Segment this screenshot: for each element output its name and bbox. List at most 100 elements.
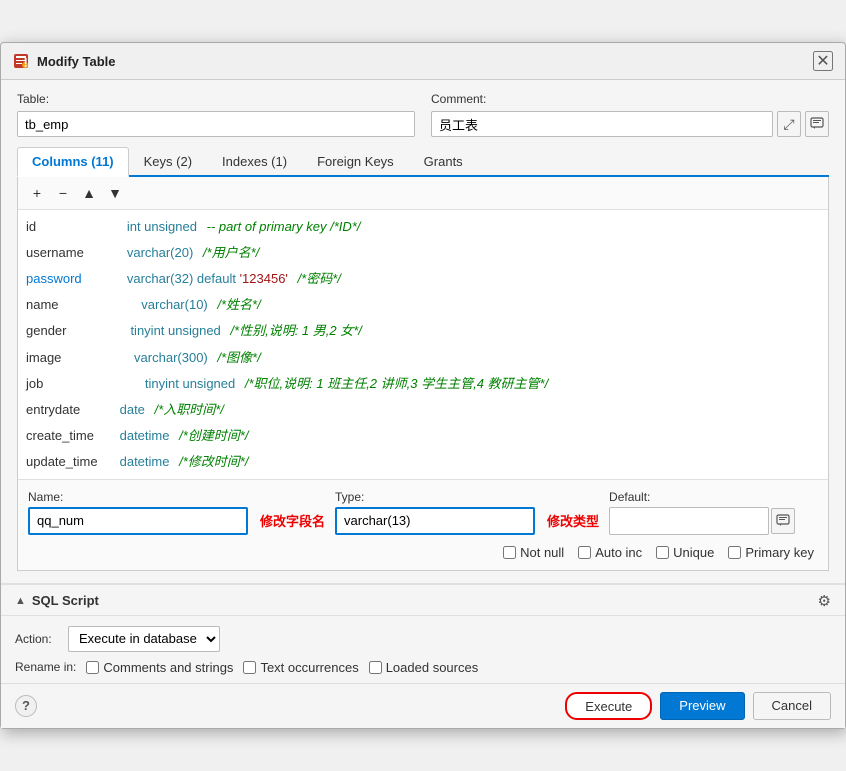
app-icon: ! [13, 53, 29, 69]
col-type: varchar(32) default '123456' [116, 268, 288, 290]
sql-settings-icon[interactable]: ⚙ [818, 592, 831, 610]
table-comment-row: Table: Comment: ⤢ [17, 92, 829, 137]
move-up-button[interactable]: ▲ [78, 182, 100, 204]
title-bar-left: ! Modify Table [13, 53, 115, 69]
table-label: Table: [17, 92, 415, 106]
unique-label: Unique [673, 545, 714, 560]
col-name: name [26, 294, 116, 316]
table-row[interactable]: job tinyint unsigned /*职位,说明: 1 班主任,2 讲师… [26, 371, 820, 397]
type-edit-label: Type: [335, 490, 599, 504]
col-name: username [26, 242, 116, 264]
table-row[interactable]: entrydate date /*入职时间*/ [26, 397, 820, 423]
col-name: job [26, 373, 116, 395]
table-row[interactable]: username varchar(20) /*用户名*/ [26, 240, 820, 266]
text-occurrences-checkbox[interactable] [243, 661, 256, 674]
sql-body: Action: Execute in database Show script … [1, 616, 845, 683]
default-edit-label: Default: [609, 490, 795, 504]
col-type: tinyint unsigned [116, 320, 221, 342]
col-type: int unsigned [116, 216, 197, 238]
text-occurrences-item: Text occurrences [243, 660, 358, 675]
comment-icon-button[interactable] [805, 111, 829, 137]
comment-label: Comment: [431, 92, 829, 106]
footer-left: ? [15, 695, 37, 717]
loaded-sources-checkbox[interactable] [369, 661, 382, 674]
col-name: entrydate [26, 399, 116, 421]
action-select[interactable]: Execute in database Show script Copy to … [68, 626, 220, 652]
col-name: create_time [26, 425, 116, 447]
add-column-button[interactable]: + [26, 182, 48, 204]
title-bar: ! Modify Table ✕ [1, 43, 845, 80]
action-row: Action: Execute in database Show script … [15, 626, 831, 652]
name-edit-input[interactable] [28, 507, 248, 535]
tab-grants[interactable]: Grants [409, 147, 478, 175]
col-comment: /*入职时间*/ [151, 399, 224, 421]
col-type: tinyint unsigned [116, 373, 235, 395]
col-comment: -- part of primary key /*ID*/ [203, 216, 360, 238]
col-comment: /*修改时间*/ [175, 451, 248, 473]
columns-toolbar: + − ▲ ▼ [18, 177, 828, 210]
table-row[interactable]: gender tinyint unsigned /*性别,说明: 1 男,2 女… [26, 318, 820, 344]
col-name: gender [26, 320, 116, 342]
default-comment-button[interactable] [771, 508, 795, 534]
expand-comment-button[interactable]: ⤢ [777, 111, 801, 137]
comments-strings-item: Comments and strings [86, 660, 233, 675]
preview-button[interactable]: Preview [660, 692, 744, 720]
column-edit-section: Name: 修改字段名 Type: 修改类型 [18, 479, 828, 570]
tab-indexes[interactable]: Indexes (1) [207, 147, 302, 175]
col-name: password [26, 268, 116, 290]
columns-list: id int unsigned -- part of primary key /… [18, 210, 828, 479]
col-comment: /*用户名*/ [199, 242, 259, 264]
loaded-sources-label: Loaded sources [386, 660, 479, 675]
default-edit-input[interactable] [609, 507, 769, 535]
rename-label: Rename in: [15, 660, 76, 674]
col-name: update_time [26, 451, 116, 473]
move-down-button[interactable]: ▼ [104, 182, 126, 204]
close-button[interactable]: ✕ [813, 51, 833, 71]
type-annotation: 修改类型 [547, 511, 599, 530]
col-type: varchar(20) [116, 242, 193, 264]
col-type: datetime [116, 425, 169, 447]
tab-keys[interactable]: Keys (2) [129, 147, 207, 175]
table-row[interactable]: image varchar(300) /*图像*/ [26, 345, 820, 371]
name-annotation: 修改字段名 [260, 511, 325, 530]
remove-column-button[interactable]: − [52, 182, 74, 204]
col-comment: /*密码*/ [294, 268, 341, 290]
collapse-arrow-icon[interactable]: ▲ [15, 595, 26, 607]
help-button[interactable]: ? [15, 695, 37, 717]
tab-columns[interactable]: Columns (11) [17, 147, 129, 177]
not-null-checkbox-item: Not null [503, 545, 564, 560]
primary-key-checkbox[interactable] [728, 546, 741, 559]
type-edit-input[interactable] [335, 507, 535, 535]
cancel-button[interactable]: Cancel [753, 692, 831, 720]
tab-foreign-keys[interactable]: Foreign Keys [302, 147, 409, 175]
comments-strings-checkbox[interactable] [86, 661, 99, 674]
primary-key-checkbox-item: Primary key [728, 545, 814, 560]
col-comment: /*图像*/ [214, 347, 261, 369]
default-input-row [609, 507, 795, 535]
col-default-value: '123456' [240, 271, 288, 286]
col-name: id [26, 216, 116, 238]
comment-icon [810, 117, 824, 131]
table-row[interactable]: password varchar(32) default '123456' /*… [26, 266, 820, 292]
not-null-checkbox[interactable] [503, 546, 516, 559]
table-row[interactable]: id int unsigned -- part of primary key /… [26, 214, 820, 240]
comments-strings-label: Comments and strings [103, 660, 233, 675]
type-edit-group: Type: 修改类型 [335, 490, 599, 535]
execute-button[interactable]: Execute [565, 692, 652, 720]
columns-panel: + − ▲ ▼ id int unsigned -- part of prima… [17, 177, 829, 571]
unique-checkbox[interactable] [656, 546, 669, 559]
rename-row: Rename in: Comments and strings Text occ… [15, 660, 831, 675]
auto-inc-checkbox[interactable] [578, 546, 591, 559]
dialog-title: Modify Table [37, 54, 115, 69]
col-type: varchar(300) [116, 347, 208, 369]
table-name-group: Table: [17, 92, 415, 137]
text-occurrences-label: Text occurrences [260, 660, 358, 675]
col-name: image [26, 347, 116, 369]
table-row[interactable]: create_time datetime /*创建时间*/ [26, 423, 820, 449]
tabs-bar: Columns (11) Keys (2) Indexes (1) Foreig… [17, 147, 829, 177]
table-row[interactable]: update_time datetime /*修改时间*/ [26, 449, 820, 475]
comment-input[interactable] [431, 111, 773, 137]
table-row[interactable]: name varchar(10) /*姓名*/ [26, 292, 820, 318]
table-name-input[interactable] [17, 111, 415, 137]
sql-header: ▲ SQL Script ⚙ [1, 585, 845, 616]
